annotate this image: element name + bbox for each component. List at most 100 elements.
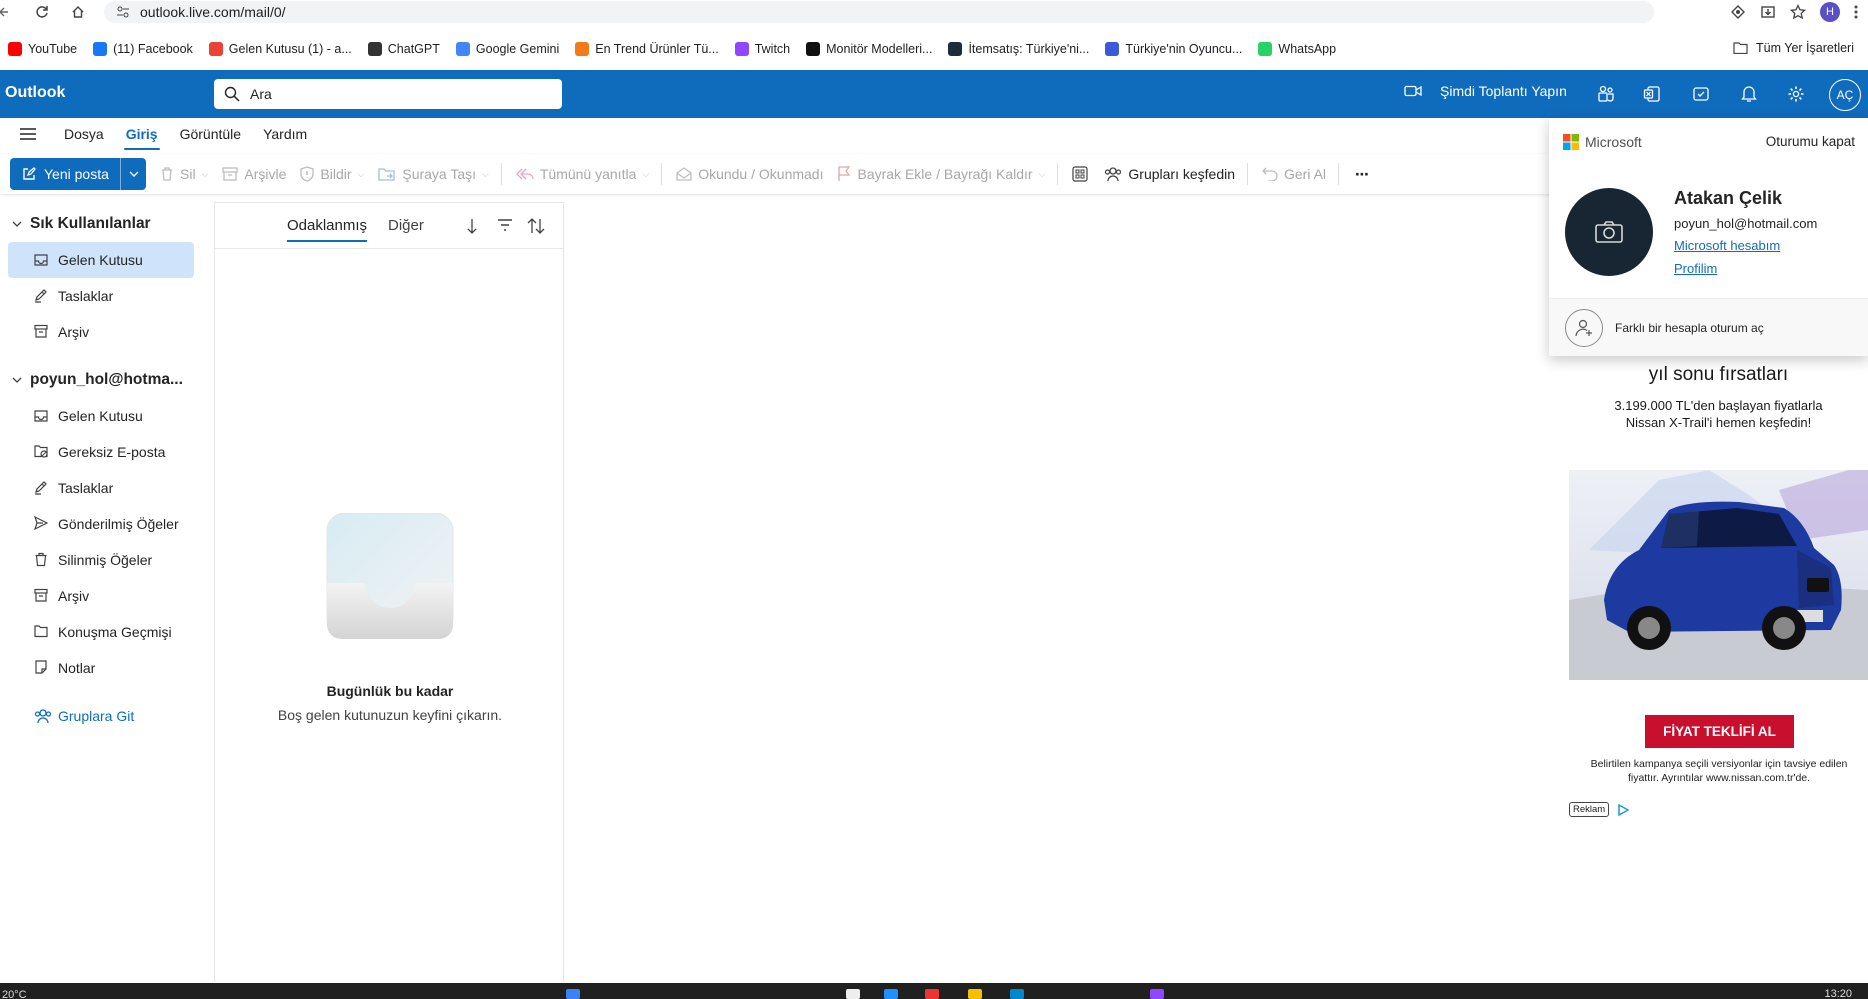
excel-icon[interactable] <box>1640 82 1664 106</box>
reading-pane <box>566 202 1556 982</box>
all-bookmarks[interactable]: Tüm Yer İşaretleri <box>1733 41 1854 55</box>
profile-link[interactable]: Profilim <box>1674 261 1717 276</box>
bookmark-item[interactable]: Monitör Modelleri... <box>806 42 932 56</box>
read-unread-button[interactable]: Okundu / Okunmadı <box>676 166 823 182</box>
bookmarks-bar: YouTube (11) Facebook Gelen Kutusu (1) - a… <box>0 37 1868 61</box>
folder-item-sent[interactable]: Gönderilmiş Öğeler <box>8 506 194 542</box>
quick-steps-button[interactable] <box>1072 166 1088 182</box>
folder-item-drafts[interactable]: Taslaklar <box>8 278 194 314</box>
chatgpt-icon <box>367 42 382 56</box>
account-avatar[interactable]: AÇ <box>1829 79 1861 111</box>
switch-account-button[interactable]: Farklı bir hesapla oturum aç <box>1549 298 1868 356</box>
tab-home[interactable]: Giriş <box>123 122 160 150</box>
url-text[interactable]: outlook.live.com/mail/0/ <box>140 4 286 20</box>
my-account-link[interactable]: Microsoft hesabım <box>1674 238 1780 253</box>
inbox-icon <box>34 410 48 422</box>
search-box[interactable]: Ara <box>214 79 562 109</box>
explorer-taskbar-icon[interactable] <box>968 989 982 999</box>
filter-icon[interactable] <box>497 219 513 231</box>
bookmark-item[interactable]: Türkiye'nin Oyuncu... <box>1105 42 1242 56</box>
tab-focused[interactable]: Odaklanmış <box>287 217 368 242</box>
install-app-icon[interactable] <box>1760 4 1776 20</box>
folder-item-notes[interactable]: Notlar <box>8 650 194 686</box>
ad-banner[interactable]: Nissan SUV'lerinde yıl sonu fırsatları 3… <box>1569 345 1868 800</box>
archive-label: Arşivle <box>244 166 287 182</box>
bell-icon[interactable] <box>1737 82 1761 106</box>
todo-icon[interactable] <box>1689 82 1713 106</box>
itopya-icon <box>806 42 821 56</box>
folder-label: Gereksiz E-posta <box>58 444 166 460</box>
folder-item-trash[interactable]: Silinmiş Öğeler <box>8 542 194 578</box>
address-bar[interactable]: outlook.live.com/mail/0/ <box>104 1 1654 23</box>
tab-other[interactable]: Diğer <box>388 217 424 234</box>
go-to-groups-link[interactable]: Gruplara Git <box>8 698 194 734</box>
undo-button[interactable]: Geri Al <box>1262 166 1326 182</box>
bookmark-item[interactable]: YouTube <box>8 42 77 56</box>
bookmark-star-icon[interactable] <box>1790 4 1806 20</box>
bookmark-item[interactable]: En Trend Ürünler Tü... <box>575 42 719 56</box>
account-header[interactable]: poyun_hol@hotma... <box>0 362 205 398</box>
folder-item-folder[interactable]: Konuşma Geçmişi <box>8 614 194 650</box>
tab-file[interactable]: Dosya <box>62 122 106 146</box>
folder-item-junk[interactable]: Gereksiz E-posta <box>8 434 194 470</box>
extension-icon[interactable] <box>1730 4 1746 20</box>
back-icon[interactable] <box>0 0 10 24</box>
bookmark-item[interactable]: WhatsApp <box>1258 42 1336 56</box>
bookmark-item[interactable]: ChatGPT <box>367 42 440 56</box>
taskbar-app-icon[interactable] <box>846 989 860 999</box>
home-icon[interactable] <box>66 0 90 24</box>
folder-item-archive[interactable]: Arşiv <box>8 314 194 350</box>
bookmark-item[interactable]: Twitch <box>734 42 790 56</box>
taskbar-app-icon[interactable] <box>1010 989 1024 999</box>
weather-widget[interactable]: 20°C <box>2 989 27 999</box>
folder-item-drafts[interactable]: Taslaklar <box>8 470 194 506</box>
hamburger-menu-icon[interactable] <box>14 127 42 141</box>
report-button[interactable]: Bildir ⌵ <box>300 166 364 182</box>
ad-cta-button[interactable]: FİYAT TEKLİFİ AL <box>1645 715 1794 748</box>
tab-view[interactable]: Görüntüle <box>178 122 243 146</box>
sign-out-link[interactable]: Oturumu kapat <box>1766 134 1855 149</box>
new-mail-button[interactable]: Yeni posta <box>10 158 146 190</box>
delete-button[interactable]: Sil ⌵ <box>160 166 208 182</box>
teams-icon[interactable] <box>1594 82 1618 106</box>
account-popup: Microsoft Oturumu kapat Atakan Çelik poy… <box>1549 118 1868 356</box>
explore-groups-button[interactable]: Grupları keşfedin <box>1104 166 1235 182</box>
tab-help[interactable]: Yardım <box>261 122 309 146</box>
new-mail-dropdown[interactable] <box>120 158 146 190</box>
bookmark-item[interactable]: Gelen Kutusu (1) - a... <box>208 42 352 56</box>
taskbar-app-icon[interactable] <box>1150 989 1164 999</box>
folder-label: Gönderilmiş Öğeler <box>58 516 179 532</box>
taskbar-app-icon[interactable] <box>884 989 898 999</box>
bookmark-item[interactable]: (11) Facebook <box>93 42 193 56</box>
reload-icon[interactable] <box>30 0 54 24</box>
adchoices-icon[interactable] <box>1617 803 1630 816</box>
bookmark-item[interactable]: Google Gemini <box>455 42 559 56</box>
app-logo[interactable]: Outlook <box>5 84 65 102</box>
envelope-open-icon <box>676 167 692 181</box>
bookmark-item[interactable]: İtemsatış: Türkiye'ni... <box>948 42 1089 56</box>
more-options-button[interactable]: ⋯ <box>1355 166 1369 183</box>
sort-arrow-icon[interactable] <box>467 218 477 234</box>
folder-item-inbox[interactable]: Gelen Kutusu <box>8 398 194 434</box>
new-mail-label: Yeni posta <box>44 166 109 182</box>
meet-now-label: Şimdi Toplantı Yapın <box>1440 83 1567 99</box>
meet-now-button[interactable]: Şimdi Toplantı Yapın <box>1404 83 1567 99</box>
archive-button[interactable]: Arşivle <box>222 166 286 182</box>
reply-all-button[interactable]: Tümünü yanıtla ⌵ <box>515 166 649 182</box>
search-input[interactable]: Ara <box>250 86 272 102</box>
chrome-taskbar-icon[interactable] <box>925 989 939 999</box>
site-settings-icon[interactable] <box>116 5 130 19</box>
flag-button[interactable]: Bayrak Ekle / Bayrağı Kaldır ⌵ <box>837 166 1045 182</box>
settings-gear-icon[interactable] <box>1784 82 1808 106</box>
microsoft-brand: Microsoft <box>1585 134 1642 150</box>
folder-item-archive[interactable]: Arşiv <box>8 578 194 614</box>
sort-icon[interactable] <box>527 218 545 234</box>
favorites-header[interactable]: Sık Kullanılanlar <box>0 206 205 242</box>
kebab-menu-icon[interactable] <box>1854 5 1858 19</box>
move-to-button[interactable]: Şuraya Taşı ⌵ <box>378 166 489 182</box>
ad-label[interactable]: Reklam <box>1569 802 1630 817</box>
folder-item-inbox[interactable]: Gelen Kutusu <box>8 242 194 278</box>
profile-picture[interactable] <box>1565 188 1653 276</box>
profile-avatar[interactable]: H <box>1820 2 1840 22</box>
start-icon[interactable] <box>566 989 580 999</box>
